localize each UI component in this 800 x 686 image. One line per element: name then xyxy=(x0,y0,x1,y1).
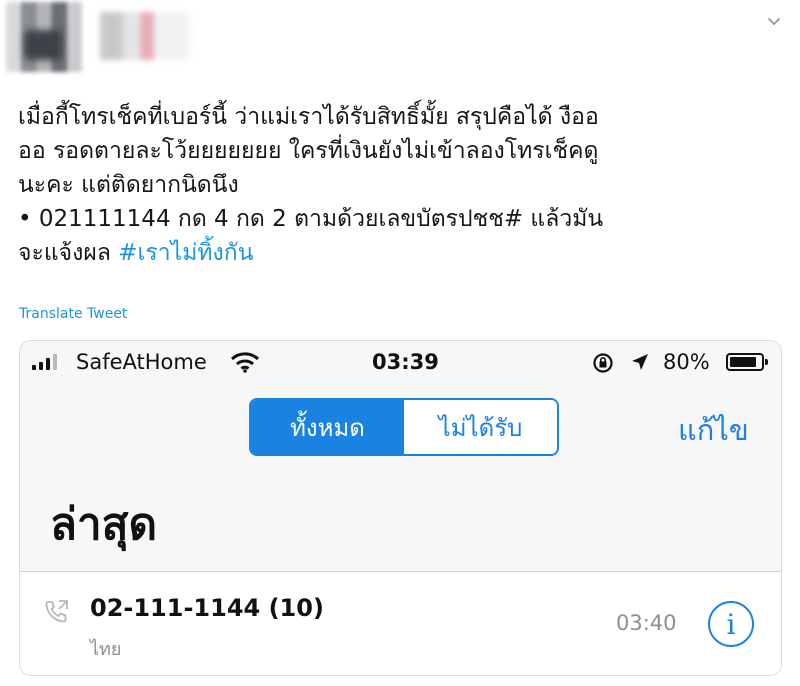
tweet-line-prefix: จะแจ้งผล xyxy=(18,240,119,266)
battery-percent: 80% xyxy=(663,350,710,374)
translate-tweet-link[interactable]: Translate Tweet xyxy=(19,306,127,322)
wifi-icon xyxy=(230,352,260,373)
status-time: 03:39 xyxy=(372,350,439,374)
ios-status-bar: SafeAtHome 03:39 80% xyxy=(20,341,781,385)
call-number: 02-111-1144 (10) xyxy=(90,594,324,622)
attached-image[interactable]: SafeAtHome 03:39 80% ทั้งหมด ไม่ได้รับ แ… xyxy=(19,340,782,676)
carrier-name: SafeAtHome xyxy=(76,350,207,374)
info-icon[interactable]: i xyxy=(708,601,754,647)
edit-button[interactable]: แก้ไข xyxy=(678,407,749,453)
author-name-blurred[interactable] xyxy=(100,12,190,60)
outgoing-call-icon xyxy=(45,600,68,623)
tweet-line-last: จะแจ้งผล #เราไม่ทิ้งกัน xyxy=(18,236,788,270)
page-title: ล่าสุด xyxy=(50,499,158,550)
call-location: ไทย xyxy=(90,639,122,660)
recents-filter-segmented-control[interactable]: ทั้งหมด ไม่ได้รับ xyxy=(249,398,559,456)
recent-call-row[interactable]: 02-111-1144 (10) ไทย 03:40 i xyxy=(20,571,781,675)
location-arrow-icon xyxy=(632,354,648,370)
tweet-line: • 021111144 กด 4 กด 2 ตามด้วยเลขบัตรปชช#… xyxy=(18,206,604,232)
rotation-lock-icon xyxy=(593,353,613,373)
segment-missed[interactable]: ไม่ได้รับ xyxy=(404,400,557,454)
signal-icon xyxy=(32,354,57,370)
call-time: 03:40 xyxy=(616,611,677,635)
author-avatar-blurred[interactable] xyxy=(6,2,82,72)
tweet-line: นะคะ แต่ติดยากนิดนึง xyxy=(18,172,239,198)
tweet-line: เมื่อกี้โทรเช็คที่เบอร์นี้ ว่าแม่เราได้ร… xyxy=(18,104,599,130)
tweet-line: ออ รอดตายละโว้ยยยยยยย ใครที่เงินยังไม่เข… xyxy=(18,138,599,164)
hashtag-link[interactable]: #เราไม่ทิ้งกัน xyxy=(118,240,253,266)
tweet-text: เมื่อกี้โทรเช็คที่เบอร์นี้ ว่าแม่เราได้ร… xyxy=(18,100,788,270)
battery-icon xyxy=(726,353,768,371)
chevron-down-icon[interactable] xyxy=(766,14,782,30)
segment-all[interactable]: ทั้งหมด xyxy=(251,400,404,454)
